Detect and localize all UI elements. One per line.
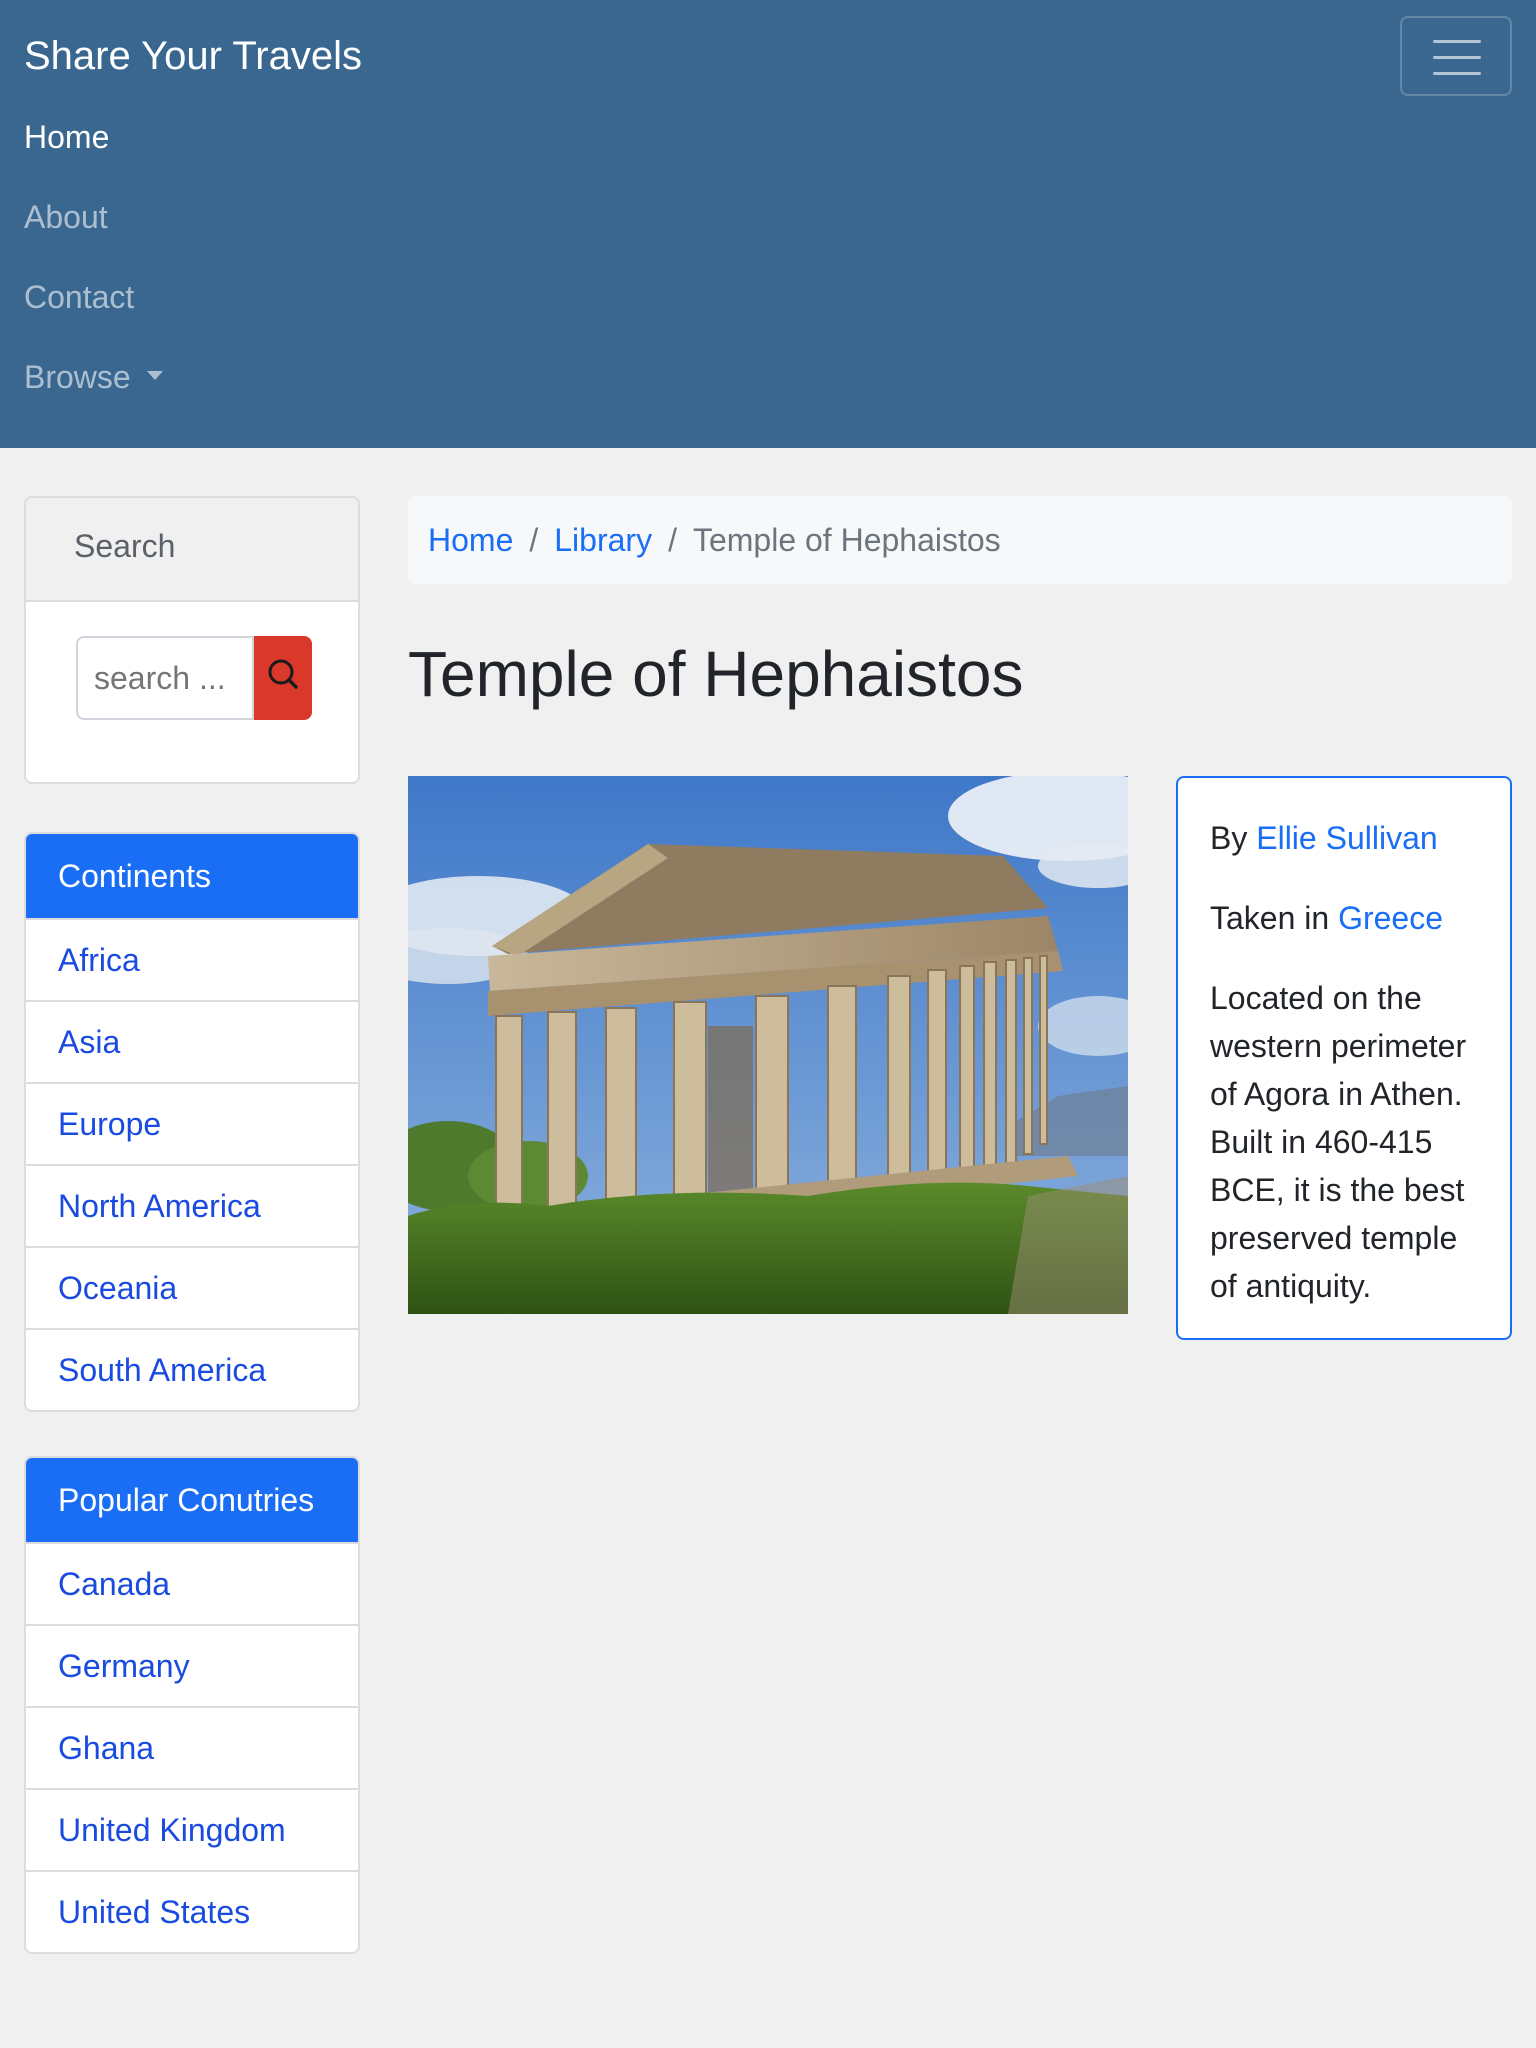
location-line: Taken in Greece <box>1210 894 1478 942</box>
continent-item-europe[interactable]: Europe <box>26 1082 358 1164</box>
continent-item-oceania[interactable]: Oceania <box>26 1246 358 1328</box>
country-item-united-kingdom[interactable]: United Kingdom <box>26 1788 358 1870</box>
countries-header: Popular Conutries <box>26 1458 358 1542</box>
nav-home[interactable]: Home <box>24 117 109 157</box>
breadcrumb: Home / Library / Temple of Hephaistos <box>408 496 1512 584</box>
page-title: Temple of Hephaistos <box>408 638 1024 710</box>
country-item-canada[interactable]: Canada <box>26 1542 358 1624</box>
search-card-header: Search <box>26 498 358 602</box>
navbar: Share Your Travels Home About Contact Br… <box>0 0 1536 448</box>
continents-header: Continents <box>26 834 358 918</box>
author-line: By Ellie Sullivan <box>1210 814 1478 862</box>
breadcrumb-separator: / <box>529 522 539 558</box>
by-prefix: By <box>1210 820 1248 856</box>
countries-card: Popular Conutries Canada Germany Ghana U… <box>24 1456 360 1954</box>
nav-contact[interactable]: Contact <box>24 277 134 317</box>
country-item-united-states[interactable]: United States <box>26 1870 358 1952</box>
continent-item-asia[interactable]: Asia <box>26 1000 358 1082</box>
photo-description: Located on the western perimeter of Agor… <box>1210 980 1467 1304</box>
nav-browse-dropdown[interactable]: Browse <box>24 357 163 397</box>
search-icon <box>268 659 298 689</box>
photo-info-card: By Ellie Sullivan Taken in Greece Locate… <box>1176 776 1512 1340</box>
search-input[interactable] <box>76 636 254 720</box>
country-item-ghana[interactable]: Ghana <box>26 1706 358 1788</box>
nav-about[interactable]: About <box>24 197 108 237</box>
nav-browse-label: Browse <box>24 359 131 395</box>
continents-card: Continents Africa Asia Europe North Amer… <box>24 832 360 1412</box>
breadcrumb-current: Temple of Hephaistos <box>692 522 1001 558</box>
brand-link[interactable]: Share Your Travels <box>24 30 362 82</box>
taken-prefix: Taken in <box>1210 900 1330 936</box>
caret-down-icon <box>146 371 163 381</box>
continent-item-africa[interactable]: Africa <box>26 918 358 1000</box>
search-button[interactable] <box>254 636 312 720</box>
temple-photo <box>408 776 1128 1314</box>
search-card: Search <box>24 496 360 784</box>
author-link[interactable]: Ellie Sullivan <box>1256 820 1437 856</box>
navbar-toggler-button[interactable] <box>1400 16 1512 96</box>
breadcrumb-separator: / <box>668 522 677 558</box>
continent-item-north-america[interactable]: North America <box>26 1164 358 1246</box>
breadcrumb-home[interactable]: Home <box>428 522 513 558</box>
country-link[interactable]: Greece <box>1338 900 1443 936</box>
breadcrumb-library[interactable]: Library <box>554 522 652 558</box>
search-card-title: Search <box>74 528 176 564</box>
country-item-germany[interactable]: Germany <box>26 1624 358 1706</box>
continent-item-south-america[interactable]: South America <box>26 1328 358 1410</box>
